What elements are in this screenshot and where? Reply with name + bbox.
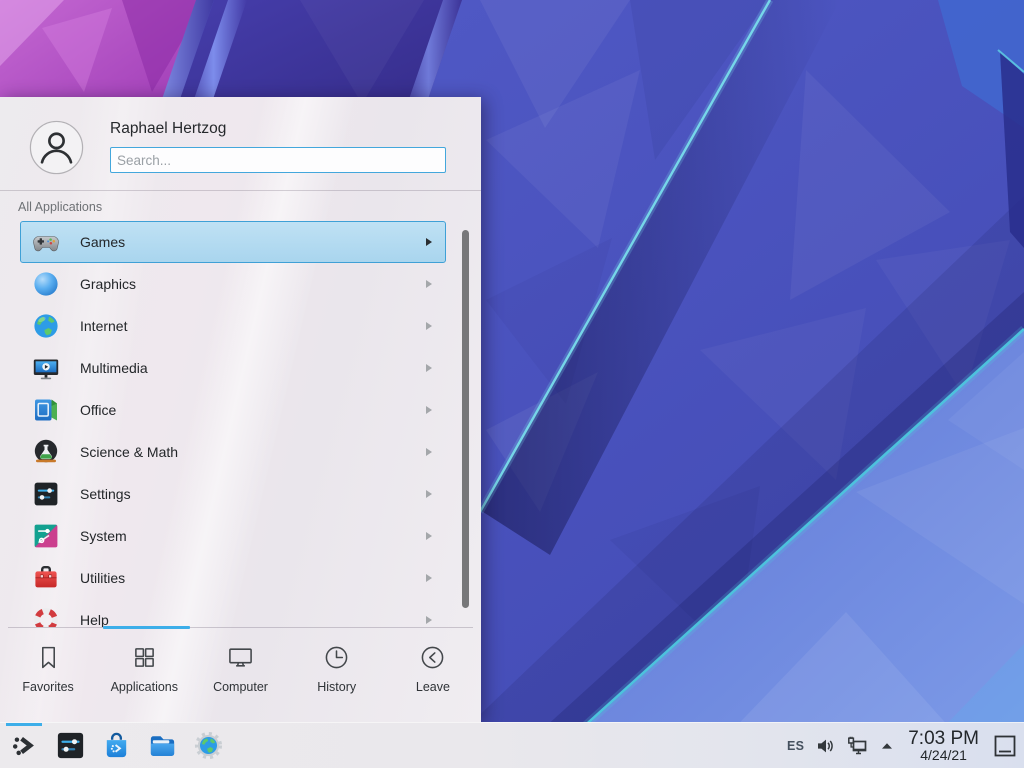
expand-tray-icon[interactable] [879, 738, 895, 754]
keyboard-layout-indicator[interactable]: ES [787, 739, 804, 753]
category-system[interactable]: System [20, 515, 446, 557]
gamepad-icon [32, 228, 60, 256]
show-desktop-button[interactable] [992, 733, 1018, 759]
network-icon[interactable] [846, 735, 868, 757]
taskbar-panel: ES 7:03 PM 4/24/21 [0, 722, 1024, 768]
history-clock-icon [323, 644, 350, 671]
category-science-math[interactable]: Science & Math [20, 431, 446, 473]
desktop: Raphael Hertzog All Applications Games [0, 0, 1024, 768]
clock-time: 7:03 PM [908, 729, 979, 748]
category-label: Office [80, 402, 116, 418]
tab-label: Favorites [22, 680, 73, 694]
leave-icon [419, 644, 446, 671]
category-utilities[interactable]: Utilities [20, 557, 446, 599]
document-icon [32, 396, 60, 424]
category-label: Utilities [80, 570, 125, 586]
konqueror-icon [193, 730, 224, 761]
submenu-arrow-icon [426, 616, 432, 624]
tab-favorites[interactable]: Favorites [0, 630, 96, 722]
toolbox-icon [32, 564, 60, 592]
category-office[interactable]: Office [20, 389, 446, 431]
category-settings[interactable]: Settings [20, 473, 446, 515]
lifebuoy-icon [32, 606, 60, 627]
category-label: Graphics [80, 276, 136, 292]
tab-label: Computer [213, 680, 268, 694]
category-list: Games Graphics Internet [0, 221, 481, 627]
globe-icon [32, 312, 60, 340]
submenu-arrow-icon [426, 280, 432, 288]
category-label: Science & Math [80, 444, 178, 460]
header-divider [0, 190, 481, 191]
user-avatar-icon [29, 120, 84, 175]
system-settings-launcher-button[interactable] [54, 723, 86, 768]
submenu-arrow-icon [426, 406, 432, 414]
flask-icon [32, 438, 60, 466]
system-settings-icon [55, 730, 86, 761]
submenu-arrow-icon [426, 490, 432, 498]
category-label: Multimedia [80, 360, 148, 376]
dolphin-folder-icon [147, 730, 178, 761]
list-divider [8, 627, 473, 628]
submenu-arrow-icon [426, 574, 432, 582]
kickoff-launcher-button[interactable] [8, 723, 40, 768]
sphere-icon [32, 270, 60, 298]
category-internet[interactable]: Internet [20, 305, 446, 347]
system-tray: ES 7:03 PM 4/24/21 [787, 723, 1024, 768]
tab-applications[interactable]: Applications [96, 630, 192, 722]
tab-label: Applications [111, 680, 178, 694]
system-sliders-icon [32, 522, 60, 550]
category-graphics[interactable]: Graphics [20, 263, 446, 305]
tab-computer[interactable]: Computer [192, 630, 288, 722]
submenu-arrow-icon [426, 364, 432, 372]
tab-leave[interactable]: Leave [385, 630, 481, 722]
digital-clock[interactable]: 7:03 PM 4/24/21 [908, 729, 979, 763]
section-label: All Applications [18, 200, 102, 214]
category-label: Help [80, 612, 109, 627]
monitor-play-icon [32, 354, 60, 382]
app-grid-icon [131, 644, 158, 671]
clock-date: 4/24/21 [908, 748, 979, 762]
volume-icon[interactable] [815, 736, 835, 756]
discover-icon [101, 730, 132, 761]
category-games[interactable]: Games [20, 221, 446, 263]
tab-history[interactable]: History [289, 630, 385, 722]
computer-icon [227, 644, 254, 671]
submenu-arrow-icon [426, 532, 432, 540]
sliders-icon [32, 480, 60, 508]
active-tab-indicator [103, 626, 190, 629]
dolphin-launcher-button[interactable] [146, 723, 178, 768]
scrollbar[interactable] [462, 230, 469, 608]
application-launcher-menu: Raphael Hertzog All Applications Games [0, 97, 481, 722]
category-label: Settings [80, 486, 131, 502]
submenu-arrow-icon [426, 238, 432, 246]
submenu-arrow-icon [426, 448, 432, 456]
tab-label: History [317, 680, 356, 694]
search-input[interactable] [110, 147, 446, 173]
konqueror-launcher-button[interactable] [192, 723, 224, 768]
bookmark-icon [35, 644, 62, 671]
tab-label: Leave [416, 680, 450, 694]
submenu-arrow-icon [426, 322, 432, 330]
category-help[interactable]: Help [20, 599, 446, 627]
launcher-tab-bar: Favorites Applications Computer [0, 630, 481, 722]
category-label: System [80, 528, 127, 544]
kickoff-icon [9, 730, 40, 761]
user-name: Raphael Hertzog [110, 120, 226, 138]
category-multimedia[interactable]: Multimedia [20, 347, 446, 389]
user-avatar[interactable] [29, 120, 84, 175]
discover-launcher-button[interactable] [100, 723, 132, 768]
taskbar-launchers [0, 723, 224, 768]
category-label: Games [80, 234, 125, 250]
category-label: Internet [80, 318, 127, 334]
